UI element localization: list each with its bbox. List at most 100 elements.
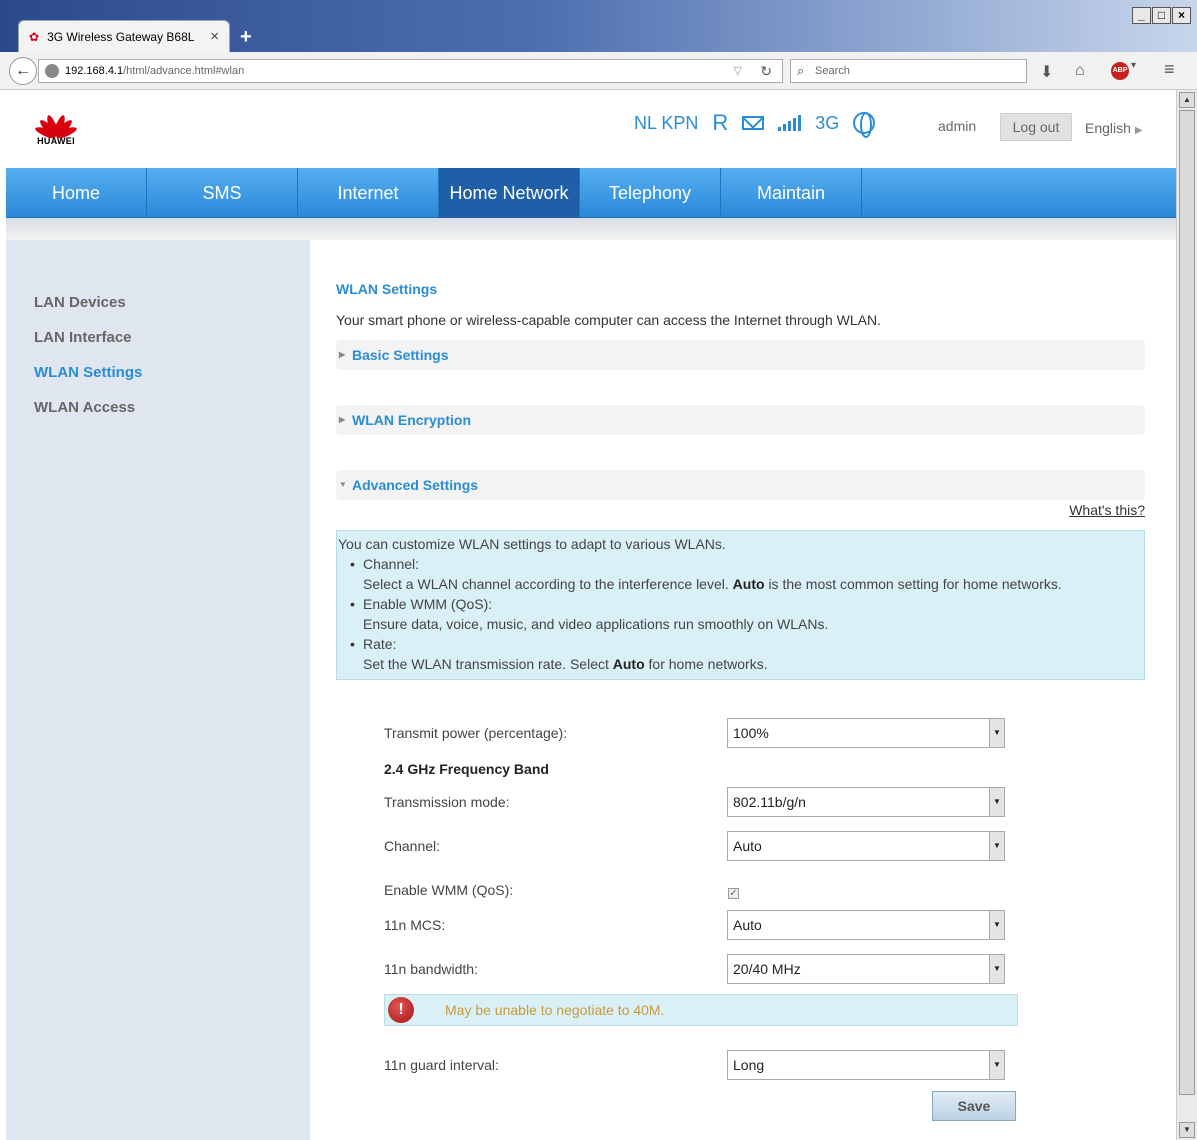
chevron-down-icon: ▼ <box>989 832 1004 860</box>
username: admin <box>938 118 977 134</box>
section-label: WLAN Encryption <box>352 412 471 428</box>
transmission-mode-label: Transmission mode: <box>384 794 510 810</box>
chevron-down-icon: ▼ <box>989 1051 1004 1079</box>
collapse-arrow-icon: ▼ <box>339 480 347 489</box>
mcs-label: 11n MCS: <box>384 917 446 933</box>
url-path: /html/advance.html#wlan <box>123 65 245 77</box>
wmm-checkbox[interactable]: ✓ <box>728 888 739 899</box>
menu-icon[interactable]: ≡ <box>1164 59 1175 80</box>
site-identity-icon[interactable] <box>45 64 59 78</box>
search-input[interactable]: ⌕ Search <box>790 59 1027 83</box>
chevron-down-icon: ▼ <box>989 788 1004 816</box>
bandwidth-label: 11n bandwidth: <box>384 961 478 977</box>
signal-strength-icon <box>778 115 802 131</box>
sidebar-item-lan-interface[interactable]: LAN Interface <box>34 329 132 346</box>
history-dropdown-icon[interactable]: ▽ <box>734 60 742 82</box>
sidebar: LAN Devices LAN Interface WLAN Settings … <box>6 240 310 1140</box>
whats-this-link[interactable]: What's this? <box>1069 502 1145 518</box>
nav-sms[interactable]: SMS <box>147 168 298 218</box>
logout-button[interactable]: Log out <box>1000 113 1072 141</box>
channel-label: Channel: <box>384 838 441 854</box>
scroll-down-icon[interactable]: ▼ <box>1179 1122 1195 1138</box>
sidebar-item-wlan-access[interactable]: WLAN Access <box>34 399 135 416</box>
help-channel-text: Select a WLAN channel according to the i… <box>363 576 1062 592</box>
nav-telephony[interactable]: Telephony <box>580 168 721 218</box>
chevron-down-icon: ▼ <box>989 955 1004 983</box>
language-selector[interactable]: English ▶ <box>1085 120 1143 136</box>
maximize-icon[interactable]: □ <box>1152 7 1171 24</box>
download-icon[interactable]: ⬇ <box>1040 62 1053 82</box>
sidebar-item-wlan-settings[interactable]: WLAN Settings <box>34 364 142 381</box>
status-bar: NL KPN R 3G <box>634 110 876 138</box>
nav-shadow <box>6 218 1176 240</box>
section-advanced-settings[interactable]: ▼ Advanced Settings <box>336 470 1145 500</box>
operator-name: NL KPN <box>634 112 699 133</box>
sidebar-item-lan-devices[interactable]: LAN Devices <box>34 294 126 311</box>
section-wlan-encryption[interactable]: ▶ WLAN Encryption <box>336 405 1145 435</box>
url-host: 192.168.4.1 <box>65 65 124 77</box>
guard-interval-select[interactable]: Long ▼ <box>727 1050 1005 1080</box>
page-title: WLAN Settings <box>336 281 438 297</box>
huawei-logo: HUAWEI <box>30 100 82 146</box>
tab-title: 3G Wireless Gateway B68L <box>47 29 195 44</box>
save-button[interactable]: Save <box>932 1091 1016 1121</box>
warning-icon: ! <box>388 997 414 1023</box>
language-label: English <box>1085 120 1131 136</box>
warning-text: May be unable to negotiate to 40M. <box>445 1002 665 1018</box>
home-icon[interactable]: ⌂ <box>1075 62 1085 80</box>
help-wmm-text: Ensure data, voice, music, and video app… <box>363 616 829 632</box>
new-tab-icon[interactable]: + <box>240 26 252 49</box>
bandwidth-select[interactable]: 20/40 MHz ▼ <box>727 954 1005 984</box>
help-rate-heading: Rate: <box>338 634 1144 654</box>
browser-toolbar: ← 192.168.4.1/html/advance.html#wlan ▽ ↻… <box>0 52 1197 90</box>
help-channel-heading: Channel: <box>338 554 1144 574</box>
channel-select[interactable]: Auto ▼ <box>727 831 1005 861</box>
browser-tab[interactable]: ✿ 3G Wireless Gateway B68L × <box>18 20 230 52</box>
chevron-down-icon: ▼ <box>989 911 1004 939</box>
guard-interval-label: 11n guard interval: <box>384 1057 499 1073</box>
help-box: You can customize WLAN settings to adapt… <box>336 530 1145 680</box>
scrollbar-thumb[interactable] <box>1179 110 1195 1095</box>
expand-arrow-icon: ▶ <box>339 350 346 359</box>
browser-titlebar: _ □ × ✿ 3G Wireless Gateway B68L × + <box>0 0 1197 52</box>
adblock-icon[interactable]: ABP <box>1111 62 1129 80</box>
page-intro: Your smart phone or wireless-capable com… <box>336 312 881 328</box>
vertical-scrollbar[interactable]: ▲ ▼ <box>1176 90 1197 1140</box>
expand-arrow-icon: ▶ <box>339 415 346 424</box>
nav-maintain[interactable]: Maintain <box>721 168 862 218</box>
chevron-right-icon: ▶ <box>1134 125 1143 136</box>
nav-home-network[interactable]: Home Network <box>439 168 580 218</box>
scroll-up-icon[interactable]: ▲ <box>1179 92 1195 108</box>
reload-icon[interactable]: ↻ <box>760 60 772 82</box>
address-bar[interactable]: 192.168.4.1/html/advance.html#wlan ▽ ↻ <box>38 59 783 83</box>
main-content: WLAN Settings Your smart phone or wirele… <box>310 245 1172 1140</box>
window-controls: _ □ × <box>1132 7 1191 24</box>
main-nav: Home SMS Internet Home Network Telephony… <box>6 168 1176 218</box>
roaming-indicator: R <box>712 110 729 135</box>
abp-dropdown-icon[interactable]: ▾ <box>1131 60 1136 71</box>
help-lead: You can customize WLAN settings to adapt… <box>338 536 726 552</box>
huawei-favicon-icon: ✿ <box>29 29 40 44</box>
section-basic-settings[interactable]: ▶ Basic Settings <box>336 340 1145 370</box>
close-tab-icon[interactable]: × <box>210 28 219 45</box>
mail-icon[interactable] <box>742 116 765 130</box>
transmit-power-label: Transmit power (percentage): <box>384 725 568 741</box>
mcs-select[interactable]: Auto ▼ <box>727 910 1005 940</box>
band-heading: 2.4 GHz Frequency Band <box>384 761 549 777</box>
close-window-icon[interactable]: × <box>1172 7 1191 24</box>
section-label: Advanced Settings <box>352 477 479 493</box>
back-icon[interactable]: ← <box>9 57 37 85</box>
bandwidth-warning: ! May be unable to negotiate to 40M. <box>384 994 1018 1026</box>
help-wmm-heading: Enable WMM (QoS): <box>338 594 1144 614</box>
section-label: Basic Settings <box>352 347 449 363</box>
huawei-logo-icon <box>30 100 82 140</box>
chevron-down-icon: ▼ <box>989 719 1004 747</box>
internet-globe-icon <box>853 112 876 138</box>
help-rate-text: Set the WLAN transmission rate. Select A… <box>363 656 768 672</box>
wmm-label: Enable WMM (QoS): <box>384 882 514 898</box>
nav-internet[interactable]: Internet <box>298 168 439 218</box>
transmission-mode-select[interactable]: 802.11b/g/n ▼ <box>727 787 1005 817</box>
minimize-icon[interactable]: _ <box>1132 7 1151 24</box>
nav-home[interactable]: Home <box>6 168 147 218</box>
transmit-power-select[interactable]: 100% ▼ <box>727 718 1005 748</box>
